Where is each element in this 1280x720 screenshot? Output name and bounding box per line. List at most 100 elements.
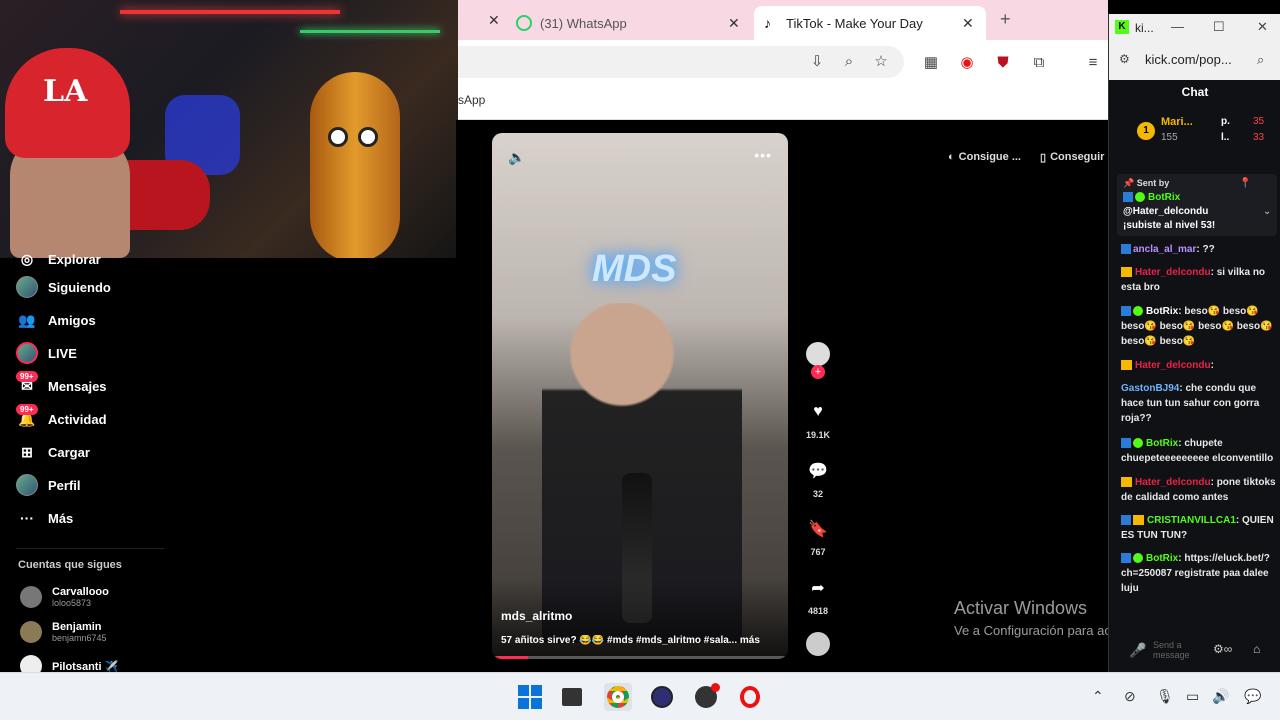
streamer-webcam: LA <box>0 0 458 258</box>
obs-icon[interactable] <box>648 683 676 711</box>
volume-icon[interactable]: 🔈 <box>508 149 525 166</box>
chat-username[interactable]: ancla_al_mar <box>1133 244 1196 255</box>
sidebar-item-siguiendo[interactable]: Siguiendo <box>16 276 111 298</box>
install-app-icon[interactable]: ⇩ <box>808 53 826 71</box>
chat-input[interactable]: Send a message <box>1153 640 1193 660</box>
media-controls-icon[interactable]: ≡ <box>1084 54 1102 72</box>
new-tab-button[interactable]: + <box>1000 9 1011 30</box>
chrome-icon[interactable] <box>604 683 632 711</box>
chat-username[interactable]: Hater_delcondu <box>1135 360 1211 371</box>
sidebar-item-explorar[interactable]: ◎ Explorar <box>16 248 101 270</box>
maximize-icon[interactable]: ☐ <box>1213 19 1225 35</box>
profile-avatar-icon <box>16 474 38 496</box>
share-count: 4818 <box>807 606 829 616</box>
chat-username[interactable]: BotRix <box>1146 438 1178 449</box>
volume-icon[interactable]: 🔊 <box>1212 688 1229 705</box>
sidebar-item-label: Más <box>48 510 74 526</box>
chat-username[interactable]: BotRix <box>1146 306 1178 317</box>
bookmark-star-icon[interactable]: ☆ <box>872 53 890 71</box>
microphone-icon[interactable]: 🎙 <box>1156 688 1174 705</box>
sidebar-item-mensajes[interactable]: ✉ 99+ Mensajes <box>16 371 107 397</box>
more-options-icon[interactable]: ••• <box>754 147 772 163</box>
sidebar-item-mas[interactable]: ··· Más <box>16 507 73 529</box>
share-button[interactable]: ➦ 4818 <box>806 576 830 616</box>
neon-sign: MDS <box>592 248 677 290</box>
bot-badge-icon <box>1121 306 1131 317</box>
zoom-icon[interactable]: ⌕ <box>840 53 858 71</box>
save-button[interactable]: 🔖 767 <box>806 517 830 557</box>
start-windows-icon[interactable] <box>516 683 544 711</box>
chevron-down-icon[interactable]: ⌄ <box>1263 206 1271 217</box>
opera-extension-icon[interactable]: ◉ <box>958 54 976 72</box>
chat-more-icon[interactable]: ⌂ <box>1253 642 1260 656</box>
chat-message: BotRix: beso😘 beso😘 beso😘 beso😘 beso😘 be… <box>1121 304 1277 349</box>
video-player[interactable]: MDS 🔈 ••• mds_alritmo 57 añitos sirve? 😂… <box>492 133 788 659</box>
sidebar-item-actividad[interactable]: 🔔 99+ Actividad <box>16 404 107 430</box>
opera-icon[interactable] <box>736 683 764 711</box>
close-tab-icon[interactable]: ✕ <box>962 15 974 32</box>
account-name: Carvallooo <box>52 586 109 598</box>
follow-plus-icon[interactable]: + <box>811 365 825 379</box>
creator-avatar[interactable] <box>806 342 830 366</box>
app-notification-icon[interactable] <box>692 683 720 711</box>
sidebar-item-amigos[interactable]: 👥 Amigos <box>16 309 95 331</box>
followed-account[interactable]: Benjamin benjamn6745 <box>20 621 107 643</box>
sidebar-item-label: Mensajes <box>48 378 107 394</box>
chat-message: ancla_al_mar: ?? <box>1121 242 1277 257</box>
comment-button[interactable]: 💬 32 <box>806 459 830 499</box>
bot-badge-icon <box>1121 244 1131 255</box>
file-explorer-icon[interactable] <box>558 683 586 711</box>
chat-username[interactable]: BotRix <box>1146 553 1178 564</box>
ublock-icon[interactable]: ⛊ <box>994 54 1012 72</box>
get-coins-button[interactable]: ◐ Consigue ... <box>948 150 1021 164</box>
notifications-icon[interactable]: 💬 <box>1244 688 1261 705</box>
get-app-button[interactable]: ▯ Conseguir <box>1040 150 1104 164</box>
emote-icon[interactable]: 🎤 <box>1129 642 1146 659</box>
sidebar-item-label: Perfil <box>48 477 81 493</box>
video-progress-bar[interactable] <box>492 656 788 659</box>
chat-username[interactable]: GastonBJ94 <box>1121 383 1179 394</box>
music-disc-icon[interactable] <box>806 632 830 656</box>
chat-message: Hater_delcondu: si vilka no esta bro <box>1121 265 1277 295</box>
get-coins-label: Consigue ... <box>958 151 1021 163</box>
chat-username[interactable]: CRISTIANVILLCA1 <box>1147 515 1236 526</box>
chat-username[interactable]: Hater_delcondu <box>1135 477 1211 488</box>
bookmark-whatsapp[interactable]: sApp <box>458 93 485 107</box>
kick-chat-window: K ki... — ☐ ✕ ⚙ kick.com/pop... ⌕ Chat 1… <box>1108 14 1280 672</box>
pinned-message[interactable]: 📌 Sent by BotRix @Hater_delcondu ¡subist… <box>1117 174 1277 236</box>
zoom-icon[interactable]: ⌕ <box>1257 52 1264 68</box>
chat-text: chupete chuepeteeeeeeeee elconventillo <box>1121 438 1274 464</box>
video-username[interactable]: mds_alritmo <box>501 609 572 623</box>
caption-more-link[interactable]: más <box>740 635 760 646</box>
notification-badge: 99+ <box>16 371 38 382</box>
pin-icon[interactable]: 📍 <box>1239 178 1251 189</box>
tab-title: (31) WhatsApp <box>540 15 627 31</box>
tab-whatsapp[interactable]: (31) WhatsApp ✕ <box>516 6 756 40</box>
kick-address-bar[interactable]: ⚙ kick.com/pop... ⌕ <box>1109 42 1280 80</box>
sidebar-item-label: Actividad <box>48 411 107 427</box>
bot-badge-icon <box>1121 553 1131 564</box>
chevron-up-icon[interactable]: ⌃ <box>1092 688 1104 705</box>
minimize-icon[interactable]: — <box>1171 19 1184 34</box>
sidebar-item-live[interactable]: LIVE <box>16 342 77 364</box>
extensions-icon[interactable]: ⧉ <box>1030 54 1048 72</box>
network-icon[interactable]: ⊘ <box>1124 688 1136 705</box>
settings-icon[interactable]: ⚙∞ <box>1213 642 1232 656</box>
bookmark-icon: 🔖 <box>808 521 828 538</box>
close-tab-icon[interactable]: ✕ <box>728 15 740 32</box>
messages-icon: ✉ 99+ <box>16 371 38 397</box>
address-bar[interactable]: ⇩ ⌕ ☆ <box>458 46 904 78</box>
site-settings-icon[interactable]: ⚙ <box>1119 52 1130 66</box>
like-button[interactable]: ♥ 19.1K <box>806 400 830 440</box>
close-window-icon[interactable]: ✕ <box>1257 19 1268 35</box>
chat-username[interactable]: Hater_delcondu <box>1135 267 1211 278</box>
qr-icon[interactable]: ▦ <box>922 54 940 72</box>
whatsapp-icon <box>516 15 532 31</box>
sidebar-item-cargar[interactable]: ⊞ Cargar <box>16 441 90 463</box>
display-icon[interactable]: ▭ <box>1186 688 1199 705</box>
tab-tiktok[interactable]: ♪ TikTok - Make Your Day ✕ <box>754 6 986 40</box>
sidebar-item-perfil[interactable]: Perfil <box>16 474 81 496</box>
close-tab-icon[interactable]: ✕ <box>488 12 500 29</box>
avatar <box>20 621 42 643</box>
followed-account[interactable]: Carvallooo loloo5873 <box>20 586 109 608</box>
